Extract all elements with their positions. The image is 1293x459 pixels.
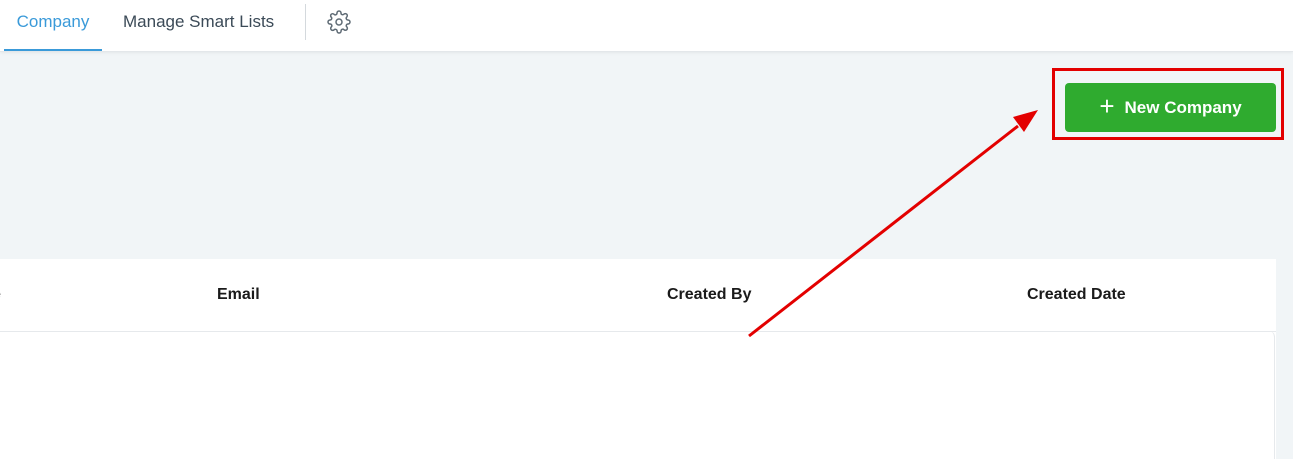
tab-divider xyxy=(305,4,306,40)
table-header: e Email Created By Created Date xyxy=(0,259,1276,332)
company-table: e Email Created By Created Date xyxy=(0,259,1276,459)
gear-icon[interactable] xyxy=(327,10,351,34)
tab-manage-smart-lists[interactable]: Manage Smart Lists xyxy=(123,0,274,51)
table-body xyxy=(0,331,1275,459)
tab-company[interactable]: Company xyxy=(4,0,102,51)
column-header-name[interactable]: e xyxy=(0,286,1,304)
new-company-button[interactable]: + New Company xyxy=(1065,83,1276,132)
top-navigation: Company Manage Smart Lists xyxy=(0,0,1293,52)
column-header-created-by[interactable]: Created By xyxy=(667,286,751,304)
new-company-label: New Company xyxy=(1124,97,1242,117)
plus-icon: + xyxy=(1099,91,1115,121)
column-header-email[interactable]: Email xyxy=(217,286,260,304)
column-header-created-date[interactable]: Created Date xyxy=(1027,286,1126,304)
